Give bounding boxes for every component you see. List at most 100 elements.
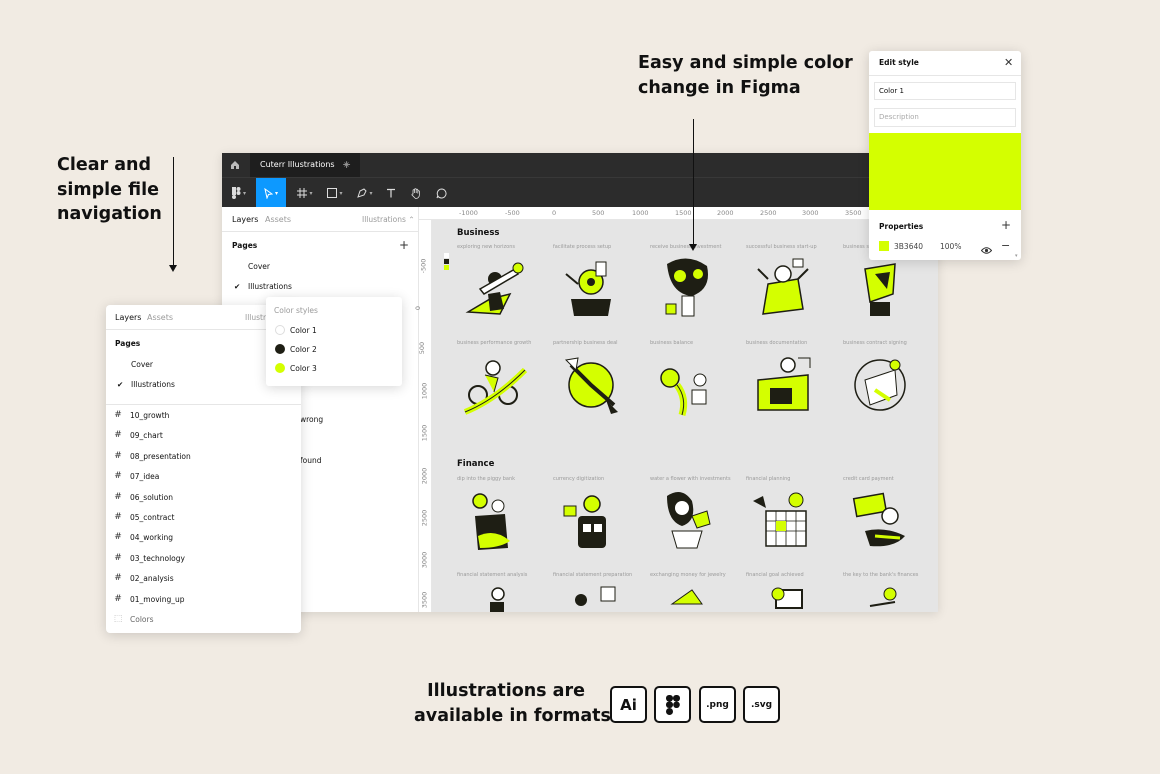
color-headline-line: change in Figma [638, 77, 801, 98]
comment-tool-icon[interactable] [432, 178, 450, 208]
move-tool-icon[interactable]: ▾ [256, 178, 286, 208]
illustration-contract[interactable] [845, 350, 915, 422]
layer-label: 05_contract [130, 512, 175, 522]
hex-value[interactable]: 3B3640 [894, 242, 923, 251]
home-icon[interactable] [222, 153, 248, 177]
illustration-gears[interactable] [556, 254, 626, 326]
frame-icon: # [114, 553, 122, 563]
page-item-cover[interactable]: Cover [131, 360, 153, 369]
color-style-item[interactable]: Color 2 [290, 345, 317, 354]
layer-label: 06_solution [130, 492, 173, 502]
layer-label: 07_idea [130, 471, 160, 481]
page-item-illustrations[interactable]: Illustrations [248, 282, 292, 291]
tab-assets[interactable]: Assets [265, 215, 291, 224]
color-styles-popup: Color styles Color 1 Color 2 Color 3 [266, 297, 402, 386]
illustration-startup[interactable] [748, 254, 818, 326]
frame-tool-icon[interactable]: ▾ [292, 178, 318, 208]
layer-item[interactable]: found [300, 456, 322, 465]
style-name-input[interactable]: Color 1 [874, 82, 1016, 100]
illustration-partnership[interactable] [556, 350, 626, 422]
illustration-caption: business documentation [746, 340, 808, 346]
shape-tool-icon[interactable]: ▾ [322, 178, 348, 208]
layer-label: 02_analysis [130, 573, 174, 583]
description-input[interactable]: Description [874, 108, 1016, 127]
color-marker [444, 265, 449, 270]
illustration-water-flower[interactable] [652, 486, 722, 558]
illustration-planning[interactable] [748, 486, 818, 558]
formats-headline-line: Illustrations are [427, 681, 585, 701]
tab-layers[interactable]: Layers [232, 215, 258, 224]
illustration-card-payment[interactable] [845, 486, 915, 558]
page-item-cover[interactable]: Cover [248, 262, 270, 271]
color-preview[interactable] [869, 133, 1021, 210]
ruler-label: -500 [505, 209, 520, 217]
layer-label: 08_presentation [130, 451, 191, 461]
formats-headline: Illustrations are available in formats [414, 679, 611, 728]
layer-item-frame[interactable]: #03_technology [106, 548, 301, 568]
layer-item-frame[interactable]: #08_presentation [106, 446, 301, 466]
illustration-partial[interactable] [460, 582, 530, 612]
illustration-balance[interactable] [652, 350, 722, 422]
scroll-down-icon[interactable]: ▾ [1015, 253, 1018, 259]
illustration-caption: financial statement preparation [553, 572, 633, 578]
illustration-partial[interactable] [652, 582, 722, 612]
illustration-partial[interactable] [556, 582, 626, 612]
arrow-down-icon [693, 119, 694, 245]
color-style-item[interactable]: Color 1 [290, 326, 317, 335]
toolbar: ▾ ▾ ▾ ▾ ▾ [222, 177, 938, 208]
illustration-partial[interactable] [845, 582, 915, 612]
nav-headline-line: navigation [57, 204, 162, 224]
text-tool-icon[interactable] [382, 178, 400, 208]
hand-tool-icon[interactable] [406, 178, 424, 208]
illustration-growth[interactable] [460, 350, 530, 422]
layer-label: 01_moving_up [130, 594, 185, 604]
pen-tool-icon[interactable]: ▾ [352, 178, 378, 208]
layer-label: 09_chart [130, 430, 163, 440]
illustration-piggy-bank[interactable] [460, 486, 530, 558]
nav-headline-line: Clear and [57, 155, 152, 175]
tab-layers[interactable]: Layers [115, 313, 141, 322]
layer-item-frame[interactable]: #09_chart [106, 425, 301, 445]
illustration-telescope[interactable] [460, 254, 530, 326]
color-style-item[interactable]: Color 3 [290, 364, 317, 373]
eye-icon[interactable] [980, 240, 993, 259]
close-icon[interactable]: ✕ [1004, 56, 1013, 69]
illustration-partial[interactable] [748, 582, 818, 612]
swatch-color-1 [275, 325, 285, 335]
figma-menu-icon[interactable]: ▾ [226, 178, 252, 208]
opacity-value[interactable]: 100% [940, 242, 961, 251]
illustration-strategy[interactable] [845, 254, 915, 326]
layer-item-frame[interactable]: #02_analysis [106, 568, 301, 588]
pages-label: Pages [232, 241, 258, 250]
layer-item[interactable]: wrong [300, 415, 323, 424]
add-tab-icon[interactable]: + [342, 153, 351, 177]
layer-item-frame[interactable]: #01_moving_up [106, 589, 301, 609]
color-marker [444, 259, 449, 264]
ruler-label: 1000 [420, 382, 429, 400]
frame-icon: # [114, 430, 122, 440]
add-page-icon[interactable]: + [399, 238, 409, 252]
edit-style-title: Edit style [879, 58, 919, 67]
illustration-caption: business balance [650, 340, 694, 346]
add-property-icon[interactable]: + [1001, 218, 1011, 232]
illustration-digitization[interactable] [556, 486, 626, 558]
layer-item-frame[interactable]: #06_solution [106, 487, 301, 507]
fill-swatch[interactable] [879, 241, 889, 251]
ruler-label: 3500 [420, 591, 429, 609]
layer-item-frame[interactable]: #05_contract [106, 507, 301, 527]
ruler-label: 2000 [717, 209, 734, 217]
page-item-illustrations[interactable]: Illustrations [131, 380, 175, 389]
layer-item-colors[interactable]: ⬚ Colors [106, 609, 301, 629]
illustration-investment[interactable] [652, 254, 722, 326]
tab-assets[interactable]: Assets [147, 313, 173, 322]
ruler-label: 1500 [675, 209, 692, 217]
ruler-label: 1500 [420, 424, 429, 442]
remove-icon[interactable]: − [1001, 239, 1010, 252]
illustration-documentation[interactable] [748, 350, 818, 422]
canvas[interactable]: Business Finance exploring new horizons … [432, 220, 938, 612]
layer-item-frame[interactable]: #07_idea [106, 466, 301, 486]
layer-item-frame[interactable]: #04_working [106, 527, 301, 547]
layer-item-frame[interactable]: #10_growth [106, 405, 301, 425]
illustration-caption: business contract signing [843, 340, 907, 346]
page-selector[interactable]: Illustrations ⌃ [362, 215, 415, 224]
